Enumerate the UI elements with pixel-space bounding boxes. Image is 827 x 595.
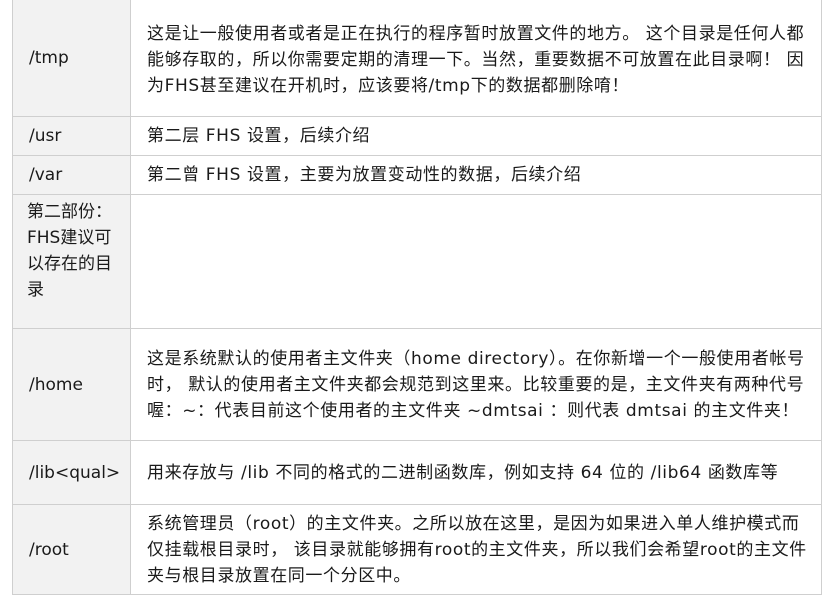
- table-row: /usr 第二层 FHS 设置，后续介绍: [12, 116, 822, 156]
- directory-description: 这是让一般使用者或者是正在执行的程序暂时放置文件的地方。 这个目录是任何人都能够…: [130, 0, 822, 117]
- directory-name: /lib<qual>: [12, 440, 131, 505]
- table-row: /tmp 这是让一般使用者或者是正在执行的程序暂时放置文件的地方。 这个目录是任…: [12, 0, 822, 117]
- directory-description: 第二层 FHS 设置，后续介绍: [130, 116, 822, 156]
- directory-description: 这是系统默认的使用者主文件夹（home directory）。在你新增一个一般使…: [130, 328, 822, 441]
- directory-name: /home: [12, 328, 131, 441]
- directory-name: /var: [12, 155, 131, 195]
- section-title: 第二部份：FHS建议可以存在的目录: [12, 194, 131, 329]
- directory-description: 第二曾 FHS 设置，主要为放置变动性的数据，后续介绍: [130, 155, 822, 195]
- table-row: /var 第二曾 FHS 设置，主要为放置变动性的数据，后续介绍: [12, 155, 822, 195]
- table-row: /home 这是系统默认的使用者主文件夹（home directory）。在你新…: [12, 328, 822, 441]
- fhs-directory-table: /tmp 这是让一般使用者或者是正在执行的程序暂时放置文件的地方。 这个目录是任…: [12, 0, 822, 595]
- directory-description: 系统管理员（root）的主文件夹。之所以放在这里，是因为如果进入单人维护模式而仅…: [130, 504, 822, 595]
- section-empty-cell: [130, 194, 822, 329]
- directory-name: /root: [12, 504, 131, 595]
- section-header-row: 第二部份：FHS建议可以存在的目录: [12, 194, 822, 329]
- directory-description: 用来存放与 /lib 不同的格式的二进制函数库，例如支持 64 位的 /lib6…: [130, 440, 822, 505]
- table-row: /lib<qual> 用来存放与 /lib 不同的格式的二进制函数库，例如支持 …: [12, 440, 822, 505]
- table-row: /root 系统管理员（root）的主文件夹。之所以放在这里，是因为如果进入单人…: [12, 504, 822, 595]
- directory-name: /tmp: [12, 0, 131, 117]
- directory-name: /usr: [12, 116, 131, 156]
